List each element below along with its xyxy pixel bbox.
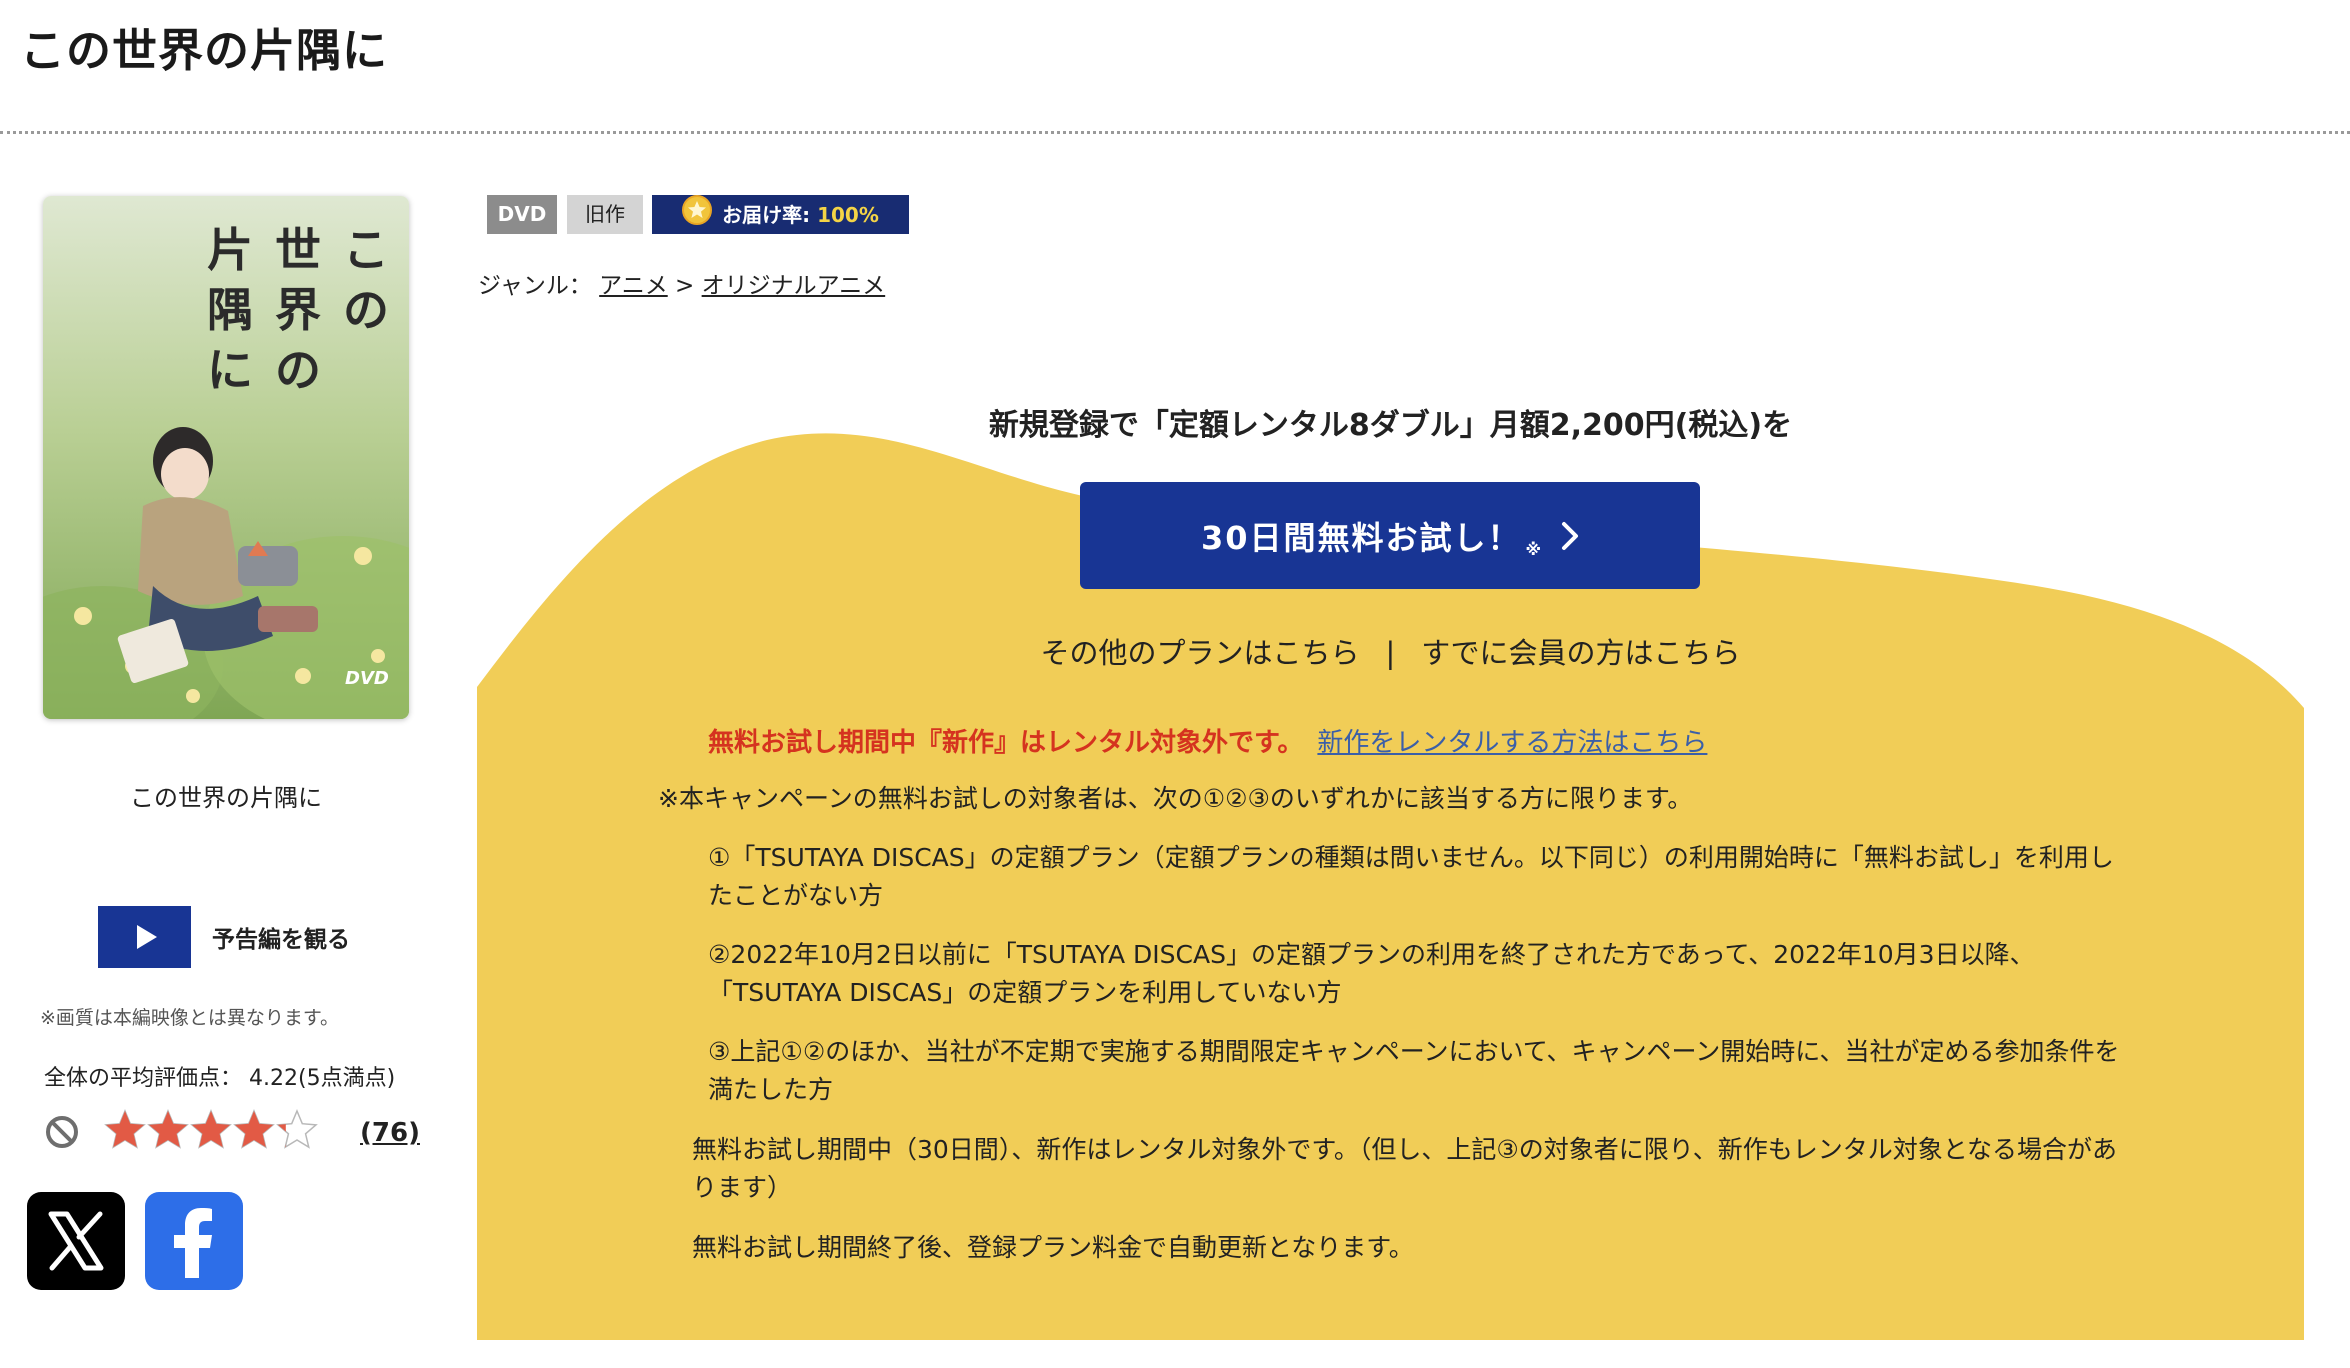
delivery-rate-value: 100% — [817, 203, 879, 227]
image-quality-note: ※画質は本編映像とは異なります。 — [40, 1007, 340, 1029]
star-fill — [234, 1111, 274, 1148]
play-icon — [137, 925, 157, 949]
free-trial-note-mark: ※ — [1525, 539, 1544, 559]
new-release-warning: 無料お試し期間中『新作』はレンタル対象外です。 — [708, 728, 1304, 758]
term-auto-renewal-note: 無料お試し期間終了後、登録プラン料金で自動更新となります。 — [692, 1233, 1414, 1262]
x-logo-icon — [48, 1211, 104, 1271]
cover-title-char: の — [343, 283, 389, 337]
page-title: この世界の片隅に — [20, 24, 389, 77]
member-login-link[interactable]: すでに会員の方はこちら — [1421, 636, 1740, 670]
prohibited-icon — [44, 1114, 80, 1150]
cover-title-char: 界 — [275, 283, 321, 337]
star-rating — [104, 1108, 318, 1152]
cover-caption: この世界の片隅に — [130, 784, 322, 812]
cover-title-char: に — [207, 343, 253, 397]
rating-stars-graphic — [104, 1109, 318, 1149]
plan-links: その他のプランはこちら | すでに会員の方はこちら — [477, 630, 2304, 672]
trailer-play-button[interactable] — [98, 906, 191, 968]
cover-title-char: こ — [343, 223, 389, 277]
chevron-right-icon — [1561, 521, 1579, 559]
gold-medal-icon — [682, 195, 713, 238]
cover-dvd-mark: DVD — [345, 668, 389, 689]
plan-links-divider: | — [1385, 636, 1396, 670]
trailer-label[interactable]: 予告編を観る — [212, 920, 350, 954]
term-item-2: ②2022年10月2日以前に「TSUTAYA DISCAS」の定額プランの利用を… — [708, 940, 2035, 1007]
x-share-button[interactable] — [27, 1192, 125, 1290]
delivery-rate-label: お届け率: — [722, 203, 811, 227]
cover-title-char: 隅 — [207, 283, 253, 337]
cover-title-char: 世 — [275, 223, 321, 277]
rating-label: 全体の平均評価点： — [44, 1066, 243, 1091]
other-plans-link[interactable]: その他のプランはこちら — [1040, 636, 1359, 670]
term-new-release-note: 無料お試し期間中（30日間）、新作はレンタル対象外です。（但し、上記③の対象者に… — [692, 1135, 2117, 1202]
facebook-share-button[interactable] — [145, 1192, 243, 1290]
facebook-f-icon — [174, 1208, 212, 1278]
genre-label: ジャンル： — [478, 273, 592, 299]
rating-scale: (5点満点) — [298, 1066, 396, 1091]
format-badge: DVD — [487, 195, 557, 234]
genre-link-anime[interactable]: アニメ — [599, 273, 668, 299]
campaign-headline: 新規登録で「定額レンタル8ダブル」月額2,200円(税込)を — [988, 408, 1793, 443]
title-divider — [0, 131, 2350, 134]
star-fill — [191, 1111, 231, 1148]
new-release-rental-link[interactable]: 新作をレンタルする方法はこちら — [1317, 728, 1707, 758]
rating-score: 4.22 — [249, 1066, 298, 1091]
genre-separator: > — [675, 273, 695, 299]
dvd-cover-image[interactable]: こ の 世 界 の 片 隅 に DVD — [43, 196, 409, 719]
free-trial-label: 30日間無料お試し！ — [1200, 518, 1522, 557]
star-fill — [148, 1111, 188, 1148]
free-trial-button[interactable]: 30日間無料お試し！ ※ — [1080, 482, 1700, 589]
terms-intro: ※本キャンペーンの無料お試しの対象者は、次の①②③のいずれかに該当する方に限りま… — [658, 784, 1693, 813]
delivery-rate-badge: お届け率: 100% — [652, 195, 909, 234]
average-rating: 全体の平均評価点： 4.22(5点満点) — [44, 1060, 395, 1092]
genre-link-original-anime[interactable]: オリジナルアニメ — [702, 273, 886, 299]
term-item-3: ③上記①②のほか、当社が不定期で実施する期間限定キャンペーンにおいて、キャンペー… — [708, 1037, 2120, 1104]
term-item-1: ①「TSUTAYA DISCAS」の定額プラン（定額プランの種類は問いません。以… — [708, 843, 2114, 910]
cover-title-char: 片 — [207, 223, 253, 277]
release-type-badge: 旧作 — [567, 195, 643, 234]
star-fill — [105, 1111, 145, 1148]
cover-title-char: の — [275, 343, 321, 397]
cover-illustration: こ の 世 界 の 片 隅 に DVD — [43, 196, 409, 719]
genre-breadcrumb: ジャンル： アニメ > オリジナルアニメ — [478, 266, 885, 300]
review-count-link[interactable]: (76) — [360, 1118, 420, 1148]
new-release-notice: 無料お試し期間中『新作』はレンタル対象外です。 新作をレンタルする方法はこちら — [708, 722, 1707, 759]
